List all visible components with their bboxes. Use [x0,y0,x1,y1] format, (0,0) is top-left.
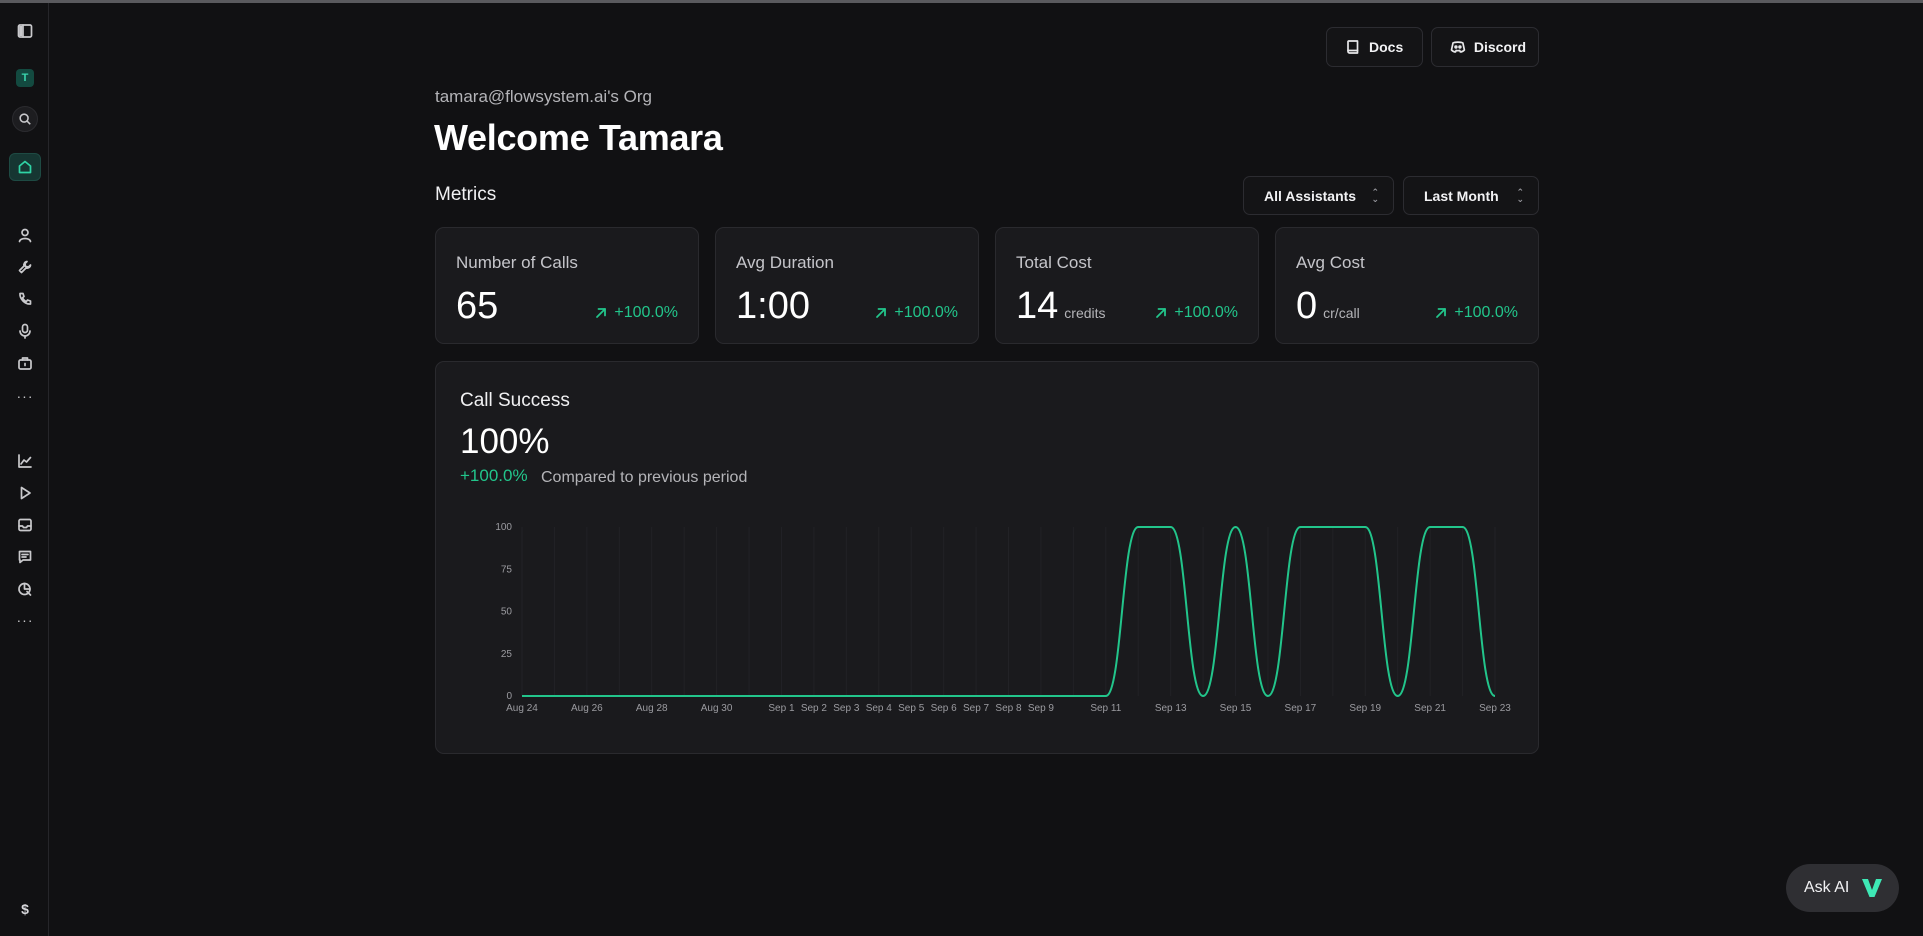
chevron-updown-icon: ⌃ ⌄ [1516,186,1524,204]
org-name: tamara@flowsystem.ai's Org [435,87,652,106]
metric-label: Number of Calls [456,253,578,272]
chart-x-tick-label: Sep 23 [1479,703,1511,714]
chart-x-tick-label: Sep 4 [866,703,893,714]
arrow-up-right-icon [876,308,887,318]
metric-value: 0 [1296,285,1318,327]
metric-value-wrap: 1:00 [736,285,816,328]
metric-unit: cr/call [1323,305,1360,321]
page-title: Welcome Tamara [434,117,723,158]
ask-ai-button[interactable]: Ask AI [1786,864,1899,912]
metric-delta: +100.0% [1154,304,1238,322]
chart-x-tick-label: Sep 5 [898,703,925,714]
metric-value-wrap: 14 credits [1016,285,1106,328]
chart-x-tick-label: Sep 17 [1285,703,1317,714]
metrics-heading: Metrics [435,184,497,205]
chart-x-tick-label: Aug 28 [636,703,668,714]
sidebar-toggle-icon[interactable] [9,17,41,45]
period-filter-select[interactable]: Last Month ⌃ ⌄ [1403,176,1539,215]
billing-icon[interactable]: $ [14,901,36,917]
chart-x-tick-label: Sep 13 [1155,703,1187,714]
arrow-up-right-icon [1436,308,1447,318]
metric-delta-value: +100.0% [894,304,958,321]
chart-x-tick-label: Aug 30 [701,703,733,714]
wrench-icon[interactable] [9,253,41,281]
metric-card-total-cost: Total Cost 14 credits +100.0% [995,227,1259,344]
metric-value-wrap: 0 cr/call [1296,285,1360,328]
metric-label: Avg Cost [1296,253,1365,272]
chart-x-tick-label: Sep 1 [768,703,795,714]
chart-x-tick-label: Sep 2 [801,703,828,714]
call-success-chart: 0 25 50 75 100 Aug 24 Aug 26 Aug 28 Aug 30 Sep 1 S… [495,522,1511,714]
org-avatar[interactable]: T [16,69,34,87]
chart-y-tick-label: 75 [501,564,513,575]
chart-x-tick-label: Aug 26 [571,703,603,714]
microphone-icon[interactable] [9,317,41,345]
chart-y-tick-label: 100 [495,522,512,533]
chart-line-icon[interactable] [9,447,41,475]
analytics-icon[interactable] [9,575,41,603]
sidebar: T ··· ··· $ [0,3,49,936]
discord-icon [1450,41,1466,53]
more-analytics-icon[interactable]: ··· [14,613,36,627]
chart-y-tick-label: 0 [506,691,512,702]
discord-button[interactable]: Discord [1431,27,1539,67]
chart-x-tick-label: Sep 8 [995,703,1022,714]
chart-x-tick-label: Sep 11 [1090,703,1121,714]
chat-icon[interactable] [9,543,41,571]
metric-delta-value: +100.0% [1454,304,1518,321]
user-icon[interactable] [9,221,41,249]
assistant-filter-select[interactable]: All Assistants ⌃ ⌄ [1243,176,1394,215]
arrow-up-right-icon [1156,308,1167,318]
metric-delta-value: +100.0% [1174,304,1238,321]
toolbox-icon[interactable] [9,349,41,377]
discord-label: Discord [1473,39,1526,55]
metric-card-duration: Avg Duration 1:00 +100.0% [715,227,979,344]
book-icon [1347,40,1359,54]
metric-value: 14 [1016,285,1059,327]
chart-x-tick-label: Aug 24 [506,703,538,714]
metric-card-calls: Number of Calls 65 +100.0% [435,227,699,344]
search-icon[interactable] [12,106,38,132]
chart-x-tick-label: Sep 15 [1220,703,1252,714]
arrow-up-right-icon [596,308,607,318]
docs-button[interactable]: Docs [1326,27,1423,67]
phone-icon[interactable] [9,285,41,313]
chart-x-tick-label: Sep 21 [1414,703,1446,714]
metric-label: Total Cost [1016,253,1092,272]
call-success-panel: Call Success 100% +100.0% Compared to pr… [435,361,1539,754]
period-filter-value: Last Month [1424,187,1499,204]
chart-x-tick-label: Sep 7 [963,703,990,714]
more-tools-icon[interactable]: ··· [14,389,36,403]
play-icon[interactable] [9,479,41,507]
metric-card-avg-cost: Avg Cost 0 cr/call +100.0% [1275,227,1539,344]
chevron-updown-icon: ⌃ ⌄ [1371,186,1379,204]
ask-ai-label: Ask AI [1804,879,1850,896]
chart-y-tick-label: 50 [501,607,513,618]
assistant-filter-value: All Assistants [1264,187,1357,204]
vapi-logo-icon [1862,879,1883,897]
chart-x-tick-label: Sep 9 [1028,703,1055,714]
metric-delta-value: +100.0% [614,304,678,321]
docs-label: Docs [1369,39,1404,55]
chart-x-tick-label: Sep 19 [1349,703,1381,714]
home-icon[interactable] [9,153,41,181]
inbox-icon[interactable] [9,511,41,539]
chart-x-tick-label: Sep 3 [833,703,860,714]
metric-value: 65 [456,285,499,327]
chart-x-tick-label: Sep 6 [931,703,958,714]
metric-delta: +100.0% [1434,304,1518,322]
metric-delta: +100.0% [594,304,678,322]
metric-value: 1:00 [736,285,810,327]
metric-label: Avg Duration [736,253,834,272]
metric-value-wrap: 65 [456,285,504,328]
metric-unit: credits [1064,305,1106,321]
chart-y-tick-label: 25 [501,649,513,660]
window-top-border [0,0,1923,3]
metric-delta: +100.0% [874,304,958,322]
